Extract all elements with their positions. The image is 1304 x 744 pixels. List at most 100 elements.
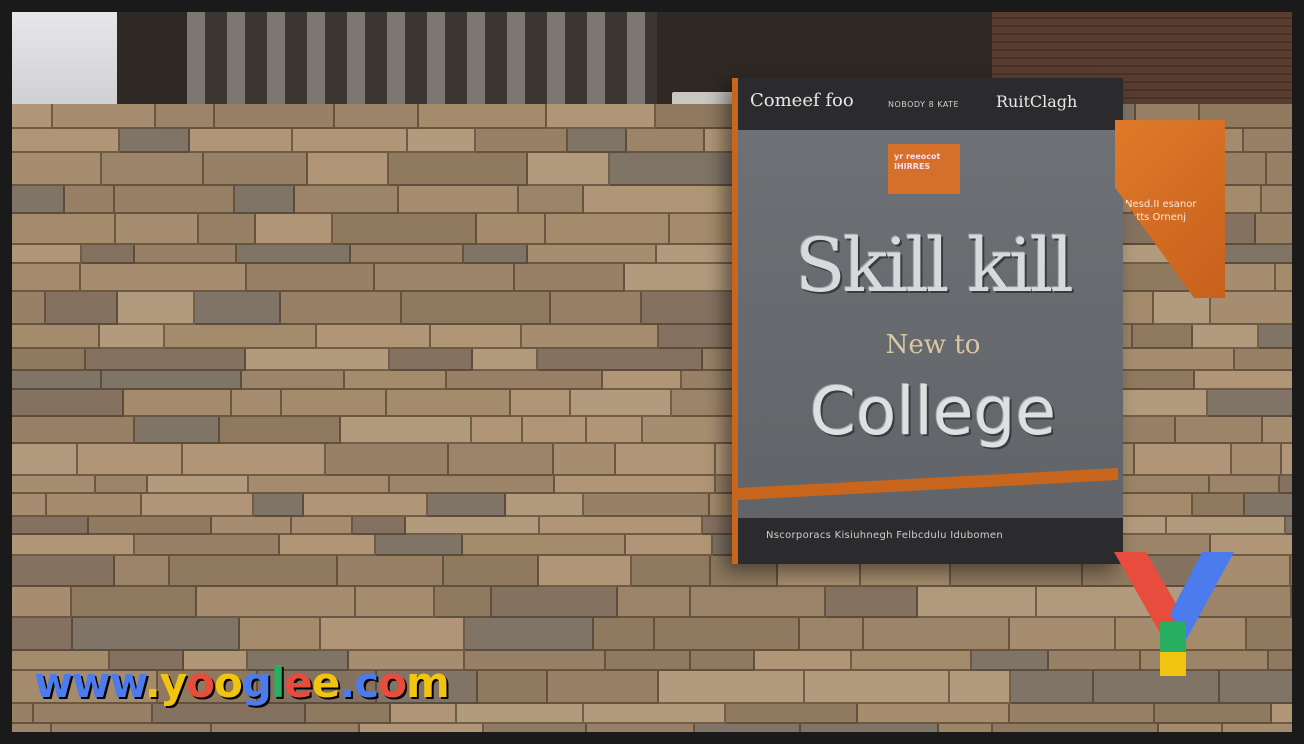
wall-stone bbox=[492, 587, 618, 618]
wall-stone bbox=[918, 587, 1037, 618]
wall-stone bbox=[726, 704, 858, 724]
wall-stone bbox=[506, 494, 584, 517]
wall-stone bbox=[399, 186, 519, 214]
wall-stone bbox=[1263, 417, 1292, 444]
wall-stone bbox=[476, 129, 568, 153]
wall-stone bbox=[212, 517, 292, 535]
watermark-letter: c bbox=[354, 658, 379, 707]
wall-stone bbox=[12, 371, 102, 390]
sign-footer: Nscorporacs Kisiuhnegh Felbcdulu Idubome… bbox=[738, 518, 1123, 564]
watermark-letter: m bbox=[406, 658, 450, 707]
wall-stone bbox=[115, 186, 235, 214]
wall-stone bbox=[333, 214, 477, 245]
wall-stone bbox=[801, 724, 939, 732]
wall-stone bbox=[335, 104, 419, 129]
wall-stone bbox=[1286, 517, 1292, 535]
wall-stone bbox=[606, 651, 691, 671]
wall-stone bbox=[1135, 444, 1232, 476]
wall-stone bbox=[295, 186, 399, 214]
college-sign: Comeef foo NOBODY 8 KATE RuitClagh yr re… bbox=[732, 78, 1123, 564]
wall-stone bbox=[449, 444, 554, 476]
wall-stone bbox=[616, 444, 716, 476]
wall-stone bbox=[34, 704, 153, 724]
wall-stone bbox=[538, 349, 703, 371]
wall-stone bbox=[1291, 556, 1292, 587]
wall-stone bbox=[1235, 349, 1292, 371]
wall-stone bbox=[118, 292, 195, 325]
wall-stone bbox=[12, 390, 124, 417]
wall-stone bbox=[46, 292, 118, 325]
wall-stone bbox=[1280, 476, 1292, 494]
wall-stone bbox=[12, 704, 34, 724]
wall-stone bbox=[12, 517, 89, 535]
wall-stone bbox=[539, 556, 632, 587]
wall-stone bbox=[246, 349, 390, 371]
wall-stone bbox=[86, 349, 246, 371]
sign-header-right-text: RuitClagh bbox=[996, 92, 1078, 111]
wall-stone bbox=[116, 214, 199, 245]
wall-stone bbox=[135, 535, 280, 556]
wall-stone bbox=[428, 494, 506, 517]
wall-stone bbox=[511, 390, 571, 417]
wall-stone bbox=[419, 104, 547, 129]
wall-stone bbox=[304, 494, 428, 517]
wall-stone bbox=[148, 476, 249, 494]
wall-stone bbox=[523, 417, 587, 444]
wall-stone bbox=[280, 535, 376, 556]
watermark-letter: . bbox=[339, 658, 355, 707]
wall-stone bbox=[12, 325, 100, 349]
wall-stone bbox=[1223, 724, 1292, 732]
wall-stone bbox=[1256, 214, 1292, 245]
watermark-letter: g bbox=[241, 658, 272, 707]
wall-stone bbox=[950, 671, 1011, 704]
wall-stone bbox=[12, 129, 120, 153]
wall-stone bbox=[247, 264, 375, 292]
wall-stone bbox=[993, 724, 1159, 732]
watermark-letter: l bbox=[270, 658, 285, 707]
wall-stone bbox=[554, 444, 616, 476]
wall-stone bbox=[659, 671, 805, 704]
wall-stone bbox=[73, 618, 240, 651]
wall-stone bbox=[587, 417, 643, 444]
watermark-letter: y bbox=[159, 658, 187, 707]
wall-stone bbox=[555, 476, 716, 494]
sign-header-small-text: NOBODY 8 KATE bbox=[888, 100, 960, 109]
wall-stone bbox=[473, 349, 538, 371]
wall-stone bbox=[12, 186, 65, 214]
wall-stone bbox=[389, 153, 528, 186]
wall-stone bbox=[431, 325, 522, 349]
wall-stone bbox=[240, 618, 321, 651]
wall-stone bbox=[632, 556, 711, 587]
wall-stone bbox=[376, 535, 463, 556]
wall-stone bbox=[528, 153, 610, 186]
wall-stone bbox=[457, 704, 584, 724]
wall-stone bbox=[249, 476, 390, 494]
watermark-letter: o bbox=[213, 658, 243, 707]
wall-stone bbox=[12, 618, 73, 651]
wall-stone bbox=[293, 129, 408, 153]
wall-stone bbox=[351, 245, 464, 264]
wall-stone bbox=[12, 494, 47, 517]
wall-stone bbox=[390, 349, 473, 371]
wall-stone bbox=[546, 214, 670, 245]
sign-footer-text: Nscorporacs Kisiuhnegh Felbcdulu Idubome… bbox=[766, 530, 1003, 541]
wall-stone bbox=[1010, 704, 1155, 724]
wall-stone bbox=[197, 587, 356, 618]
wall-stone bbox=[142, 494, 254, 517]
wall-stone bbox=[551, 292, 642, 325]
wall-stone bbox=[204, 153, 308, 186]
wall-stone bbox=[96, 476, 148, 494]
wall-stone bbox=[447, 371, 603, 390]
wall-stone bbox=[115, 556, 170, 587]
wall-stone bbox=[199, 214, 256, 245]
wall-stone bbox=[353, 517, 406, 535]
wall-stone bbox=[12, 556, 115, 587]
wall-stone bbox=[360, 724, 484, 732]
wall-stone bbox=[1159, 724, 1223, 732]
wall-stone bbox=[408, 129, 476, 153]
wall-stone bbox=[1114, 476, 1210, 494]
wall-stone bbox=[135, 245, 237, 264]
wall-stone bbox=[292, 517, 353, 535]
wall-stone bbox=[402, 292, 551, 325]
wall-stone bbox=[153, 704, 306, 724]
